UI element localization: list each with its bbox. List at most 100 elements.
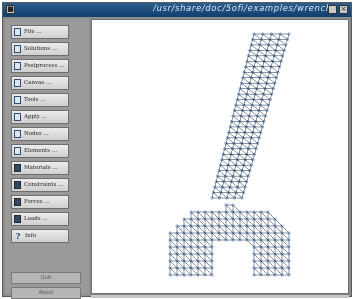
folder-icon	[14, 181, 21, 189]
mesh-edge	[246, 211, 255, 220]
mesh-edge	[260, 267, 269, 276]
mesh-edge	[204, 246, 213, 255]
mesh-edge	[183, 253, 192, 262]
mesh-edge	[183, 260, 192, 269]
elements-button-label: Elements ...	[24, 148, 58, 154]
mesh-edge	[232, 211, 241, 220]
mesh-edge	[183, 267, 192, 276]
mesh-edge	[267, 225, 276, 234]
mesh-edge	[239, 211, 248, 220]
apply-button[interactable]: Apply ...	[11, 110, 69, 124]
file-button[interactable]: File ...	[11, 25, 69, 39]
wrench-mesh	[168, 32, 291, 277]
mesh-edge	[211, 225, 220, 234]
mesh-edge	[183, 218, 192, 227]
mesh-edge	[190, 253, 199, 262]
mesh-edge	[260, 232, 269, 241]
mesh-edge	[267, 253, 276, 262]
postprocess-button[interactable]: Postprocess ...	[11, 59, 69, 73]
loads-button[interactable]: Loads ...	[11, 212, 69, 226]
title-bar[interactable]: ■ /usr/share/doc/5ofi/examples/wrench.fi…	[3, 3, 351, 17]
mesh-canvas[interactable]	[91, 19, 349, 294]
constraints-button-label: Constraints ...	[24, 182, 64, 188]
close-icon[interactable]: ×	[339, 5, 348, 14]
mesh-edge	[218, 218, 227, 227]
mesh-edge	[204, 260, 213, 269]
info-button-label: Info	[25, 233, 37, 239]
tools-button[interactable]: Tools ...	[11, 93, 69, 107]
mesh-edge	[197, 225, 206, 234]
mesh-edge	[253, 225, 262, 234]
mesh-edge	[253, 211, 262, 220]
mesh-edge	[274, 246, 283, 255]
mesh-edge	[169, 239, 178, 248]
mesh-edge	[190, 239, 199, 248]
forces-button[interactable]: Forces ...	[11, 195, 69, 209]
minimize-icon[interactable]	[328, 5, 337, 14]
mesh-edge	[197, 260, 206, 269]
mesh-edge	[169, 253, 178, 262]
mesh-edge	[204, 232, 213, 241]
mesh-edge	[190, 267, 199, 276]
document-icon	[14, 79, 21, 87]
mesh-edge	[274, 218, 283, 227]
materials-button[interactable]: Materials ...	[11, 161, 69, 175]
about-button[interactable]: About	[11, 287, 81, 299]
mesh-edge	[190, 260, 199, 269]
document-icon	[14, 45, 21, 53]
file-button-label: File ...	[24, 29, 42, 35]
mesh-edge	[225, 225, 234, 234]
nodes-button-label: Nodes ...	[24, 131, 49, 137]
solutions-button-label: Solutions ...	[24, 46, 58, 52]
mesh-edge	[211, 232, 220, 241]
mesh-edge	[211, 218, 220, 227]
help-icon: ?	[15, 231, 21, 241]
mesh-edge	[218, 211, 227, 220]
mesh-edge	[281, 225, 290, 234]
mesh-edge	[204, 267, 213, 276]
mesh-edge	[225, 211, 234, 220]
mesh-edge	[183, 225, 192, 234]
mesh-edge	[260, 225, 269, 234]
folder-icon	[14, 198, 21, 206]
mesh-edge	[260, 253, 269, 262]
mesh-edge	[232, 204, 241, 213]
mesh-edge	[190, 232, 199, 241]
mesh-edge	[232, 218, 241, 227]
mesh-edge	[225, 218, 234, 227]
mesh-edge	[274, 260, 283, 269]
materials-button-label: Materials ...	[24, 165, 58, 171]
mesh-edge	[197, 232, 206, 241]
mesh-edge	[253, 260, 262, 269]
menu-icon[interactable]: ■	[6, 5, 15, 14]
mesh-edge	[239, 225, 248, 234]
mesh-edge	[267, 211, 276, 220]
tools-button-label: Tools ...	[24, 97, 46, 103]
document-icon	[14, 147, 21, 155]
mesh-edge	[281, 246, 290, 255]
mesh-edge	[246, 232, 255, 241]
mesh-edge	[267, 232, 276, 241]
horizontal-scrollbar[interactable]	[91, 294, 349, 298]
mesh-edge	[176, 260, 185, 269]
document-icon	[14, 62, 21, 70]
solutions-button[interactable]: Solutions ...	[11, 42, 69, 56]
canvas-button[interactable]: Canvas ...	[11, 76, 69, 90]
mesh-edge	[260, 218, 269, 227]
mesh-edge	[197, 253, 206, 262]
mesh-edge	[169, 267, 178, 276]
mesh-edge	[281, 267, 290, 276]
mesh-edge	[183, 232, 192, 241]
quit-button[interactable]: Quit	[11, 272, 81, 284]
nodes-button[interactable]: Nodes ...	[11, 127, 69, 141]
mesh-edge	[253, 267, 262, 276]
document-icon	[14, 96, 21, 104]
mesh-edge	[267, 260, 276, 269]
mesh-edge	[239, 218, 248, 227]
constraints-button[interactable]: Constraints ...	[11, 178, 69, 192]
mesh-edge	[260, 239, 269, 248]
info-button[interactable]: ? Info	[11, 229, 69, 243]
apply-button-label: Apply ...	[24, 114, 47, 120]
elements-button[interactable]: Elements ...	[11, 144, 69, 158]
forces-button-label: Forces ...	[24, 199, 50, 205]
